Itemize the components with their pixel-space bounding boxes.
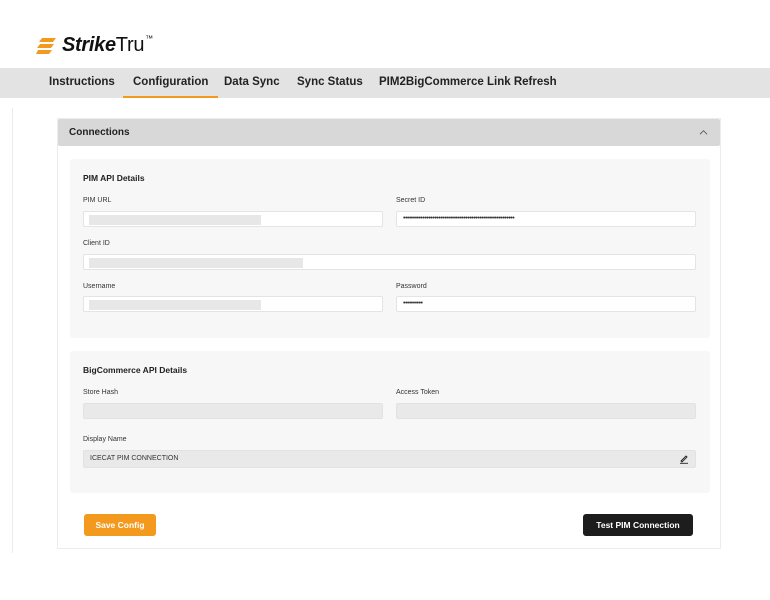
- pencil-edit-icon[interactable]: [679, 454, 689, 464]
- access-token-input[interactable]: [396, 403, 696, 419]
- secret-id-input[interactable]: ••••••••••••••••••••••••••••••••••••••••…: [396, 211, 696, 227]
- password-label: Password: [396, 283, 427, 290]
- secret-id-label: Secret ID: [396, 197, 426, 204]
- tab-instructions[interactable]: Instructions: [49, 68, 115, 98]
- tab-data-sync[interactable]: Data Sync: [224, 68, 280, 98]
- password-masked-value: ••••••••••: [403, 300, 423, 307]
- display-name-label: Display Name: [83, 436, 127, 443]
- tab-sync-status[interactable]: Sync Status: [297, 68, 363, 98]
- redacted-value: [89, 300, 261, 310]
- client-id-label: Client ID: [83, 240, 110, 247]
- redacted-value: [89, 258, 303, 268]
- pim-api-details-title: PIM API Details: [83, 173, 145, 183]
- client-id-input[interactable]: [83, 254, 696, 270]
- strikethru-logo-icon: [36, 37, 56, 54]
- pim-url-input[interactable]: [83, 211, 383, 227]
- username-input[interactable]: [83, 296, 383, 312]
- display-name-input[interactable]: ICECAT PIM CONNECTION: [83, 450, 696, 468]
- store-hash-input[interactable]: [83, 403, 383, 419]
- tab-configuration[interactable]: Configuration: [122, 68, 219, 98]
- bigcommerce-api-details-panel: BigCommerce API Details Store Hash Acces…: [70, 351, 710, 493]
- connections-title: Connections: [69, 127, 130, 138]
- app-header: StrikeTru™: [0, 0, 770, 68]
- tab-pim2bigcommerce-link-refresh[interactable]: PIM2BigCommerce Link Refresh: [379, 68, 557, 98]
- display-name-value: ICECAT PIM CONNECTION: [90, 455, 179, 462]
- access-token-label: Access Token: [396, 389, 440, 396]
- connections-accordion: Connections PIM API Details PIM URL Secr…: [57, 118, 721, 549]
- connections-accordion-header[interactable]: Connections: [58, 119, 720, 146]
- bigcommerce-api-details-title: BigCommerce API Details: [83, 365, 188, 375]
- store-hash-label: Store Hash: [83, 389, 119, 396]
- secret-id-masked-value: ••••••••••••••••••••••••••••••••••••••••…: [403, 215, 515, 222]
- pim-api-details-panel: PIM API Details PIM URL Secret ID ••••••…: [70, 159, 710, 338]
- password-input[interactable]: ••••••••••: [396, 296, 696, 312]
- strikethru-logo: StrikeTru™: [36, 34, 153, 57]
- username-label: Username: [83, 283, 116, 290]
- main-nav: Instructions Configuration Data Sync Syn…: [0, 68, 770, 98]
- pim-url-label: PIM URL: [83, 197, 112, 204]
- logo-wordmark: StrikeTru™: [62, 34, 153, 56]
- save-config-button[interactable]: Save Config: [84, 514, 156, 536]
- redacted-value: [89, 215, 261, 225]
- chevron-up-icon[interactable]: [699, 128, 708, 137]
- test-pim-connection-button[interactable]: Test PIM Connection: [583, 514, 693, 536]
